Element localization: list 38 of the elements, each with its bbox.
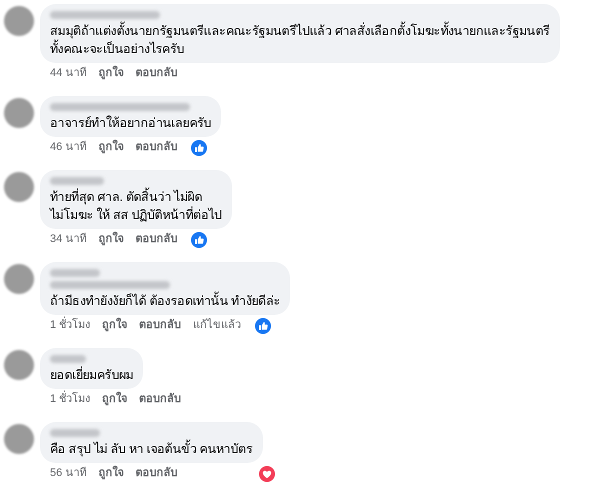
redacted-name-drawing (50, 355, 86, 363)
like-link[interactable]: ถูกใจ (102, 391, 128, 408)
avatar-icon[interactable] (4, 264, 34, 294)
comment-text: สมมุติถ้าแต่งตั้งนายกรัฐมนตรีและคณะรัฐมนตรีไปแล้ว ศาลสั่งเลือกตั้งโมฆะทั้งนายกและรัฐมนตรี ทั้งคณะจะเป็นอย่างไรครับ (50, 22, 550, 58)
timestamp[interactable]: 1 ชั่วโมง (50, 317, 90, 334)
redacted-name-drawing (50, 269, 100, 277)
comment-text: ท้ายที่สุด ศาล. ตัดสิ้นว่า ไม่ผิด ไม่โมฆะ ให้ สส ปฏิบัติหน้าที่ต่อไป (50, 188, 222, 224)
comment-text: อาจารย์ทำให้อยากอ่านเลยครับ (50, 114, 212, 132)
timestamp[interactable]: 44 นาที (50, 65, 86, 82)
reply-link[interactable]: ตอบกลับ (135, 139, 178, 156)
avatar-icon[interactable] (4, 350, 34, 380)
comment-text: ถ้ามีธงทำยังงัยก็ได้ ต้องรอดเท่านั้น ทำงัยดีล่ะ (50, 292, 280, 310)
avatar-icon[interactable] (4, 424, 34, 454)
avatar-icon[interactable] (4, 172, 34, 202)
reply-link[interactable]: ตอบกลับ (135, 231, 178, 248)
like-link[interactable]: ถูกใจ (98, 139, 124, 156)
edited-label: แก้ไขแล้ว (193, 317, 242, 334)
redacted-name-drawing (50, 177, 104, 185)
reply-link[interactable]: ตอบกลับ (139, 317, 182, 334)
like-link[interactable]: ถูกใจ (98, 231, 124, 248)
comment-text: คือ สรุป ไม่ ลับ หา เจอต้นขั้ว คนหาบัตร (50, 440, 253, 458)
timestamp[interactable]: 46 นาที (50, 139, 86, 156)
thumbs-up-icon[interactable] (191, 232, 208, 248)
timestamp[interactable]: 56 นาที (50, 465, 86, 482)
reply-link[interactable]: ตอบกลับ (139, 391, 182, 408)
like-link[interactable]: ถูกใจ (98, 465, 124, 482)
thumbs-up-icon[interactable] (255, 318, 272, 334)
timestamp[interactable]: 1 ชั่วโมง (50, 391, 90, 408)
thumbs-up-icon[interactable] (191, 140, 208, 156)
redacted-name-drawing (50, 429, 100, 437)
comment-text: ยอดเยี่ยมครับผม (50, 366, 134, 384)
avatar-icon[interactable] (4, 98, 34, 128)
reply-link[interactable]: ตอบกลับ (135, 65, 178, 82)
avatar-icon[interactable] (4, 6, 34, 36)
timestamp[interactable]: 34 นาที (50, 231, 86, 248)
like-link[interactable]: ถูกใจ (102, 317, 128, 334)
reply-link[interactable]: ตอบกลับ (135, 465, 178, 482)
like-link[interactable]: ถูกใจ (98, 65, 124, 82)
